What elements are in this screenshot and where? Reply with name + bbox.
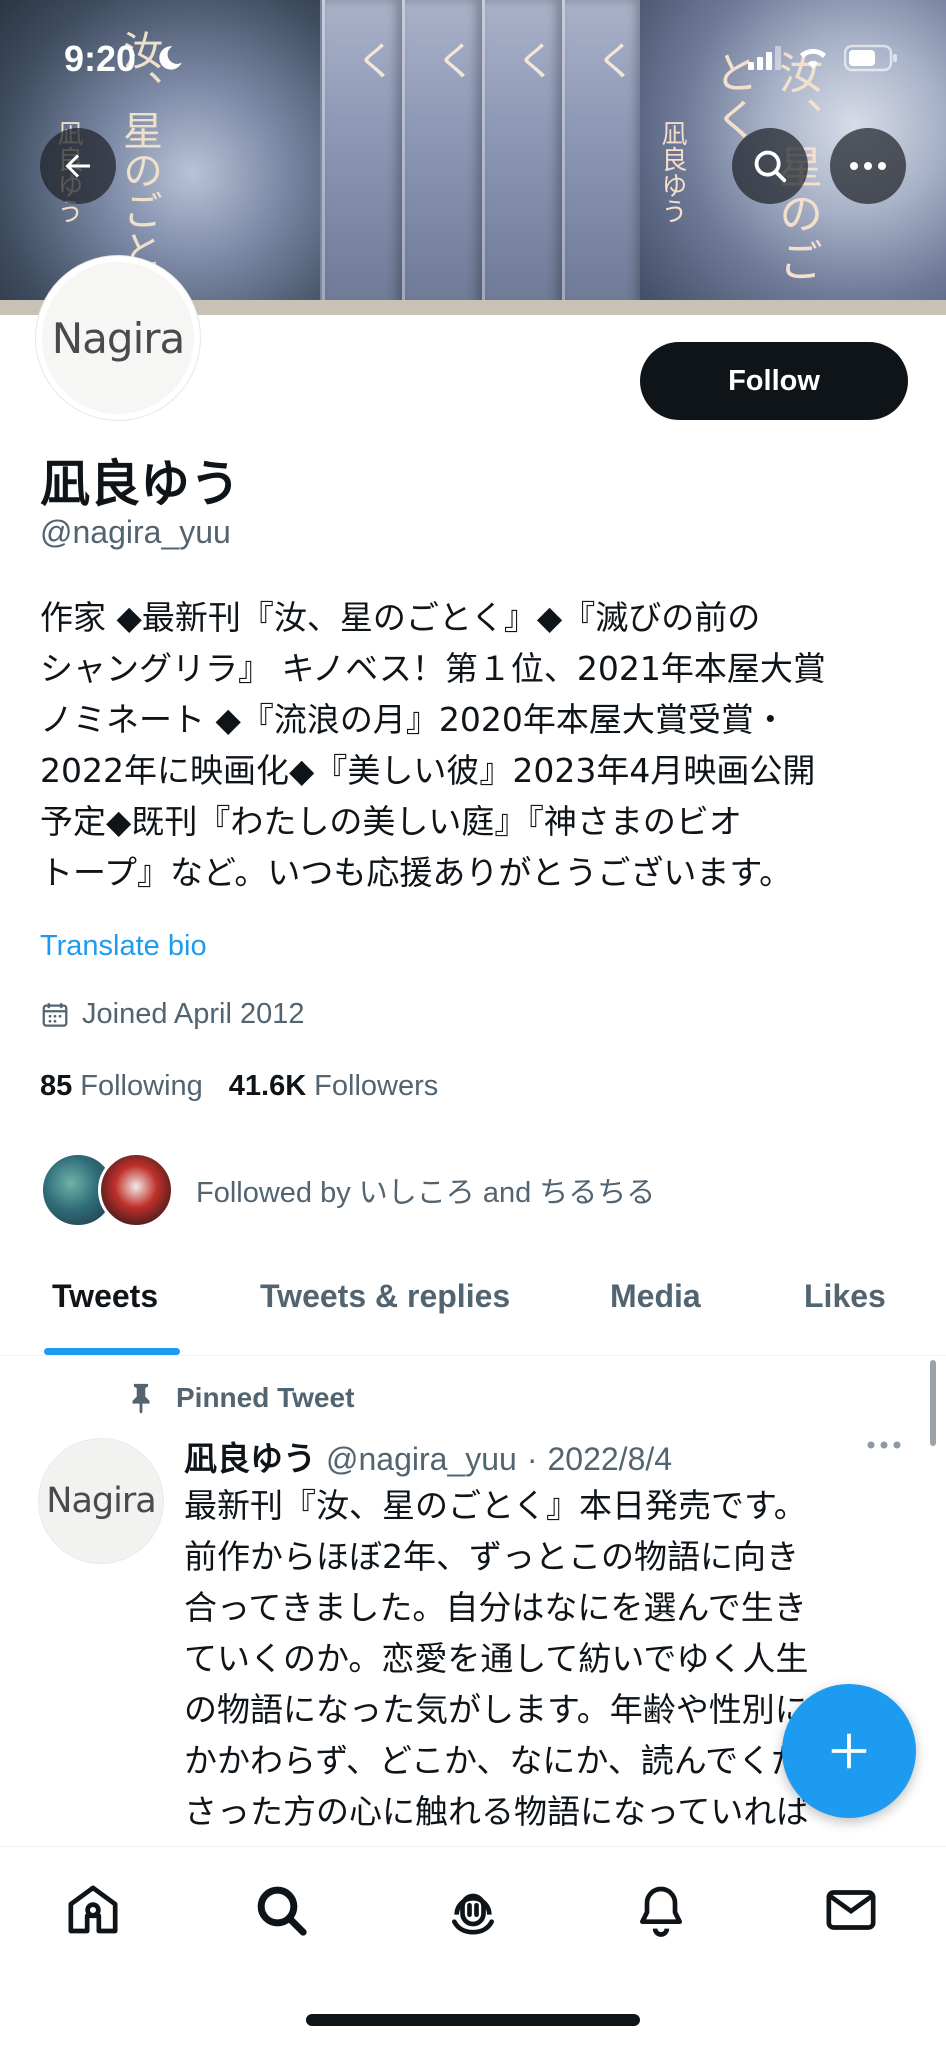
joined-date: Joined April 2012 <box>40 998 305 1031</box>
pinned-label: Pinned Tweet <box>124 1380 354 1416</box>
explore-search-icon <box>257 1886 307 1936</box>
translate-bio-link[interactable]: Translate bio <box>40 930 207 963</box>
profile-avatar[interactable]: Nagira <box>36 256 200 420</box>
following-count: 85 <box>40 1070 73 1102</box>
tab-tweets-replies[interactable]: Tweets & replies <box>260 1278 510 1315</box>
pin-icon <box>132 1383 150 1414</box>
nav-messages[interactable] <box>816 1875 886 1945</box>
tweet-header: 凪良ゆう @nagira_yuu · 2022/8/4 <box>184 1432 672 1480</box>
follower-avatar <box>98 1152 174 1228</box>
home-indicator <box>306 2014 640 2026</box>
messages-envelope-icon <box>826 1890 876 1930</box>
tweet-author[interactable]: 凪良ゆう <box>184 1432 316 1480</box>
followers-link[interactable]: 41.6K Followers <box>229 1070 438 1103</box>
followers-label: Followers <box>314 1070 439 1102</box>
follow-counts: 85 Following 41.6K Followers <box>40 1070 438 1103</box>
back-arrow-icon <box>65 154 90 178</box>
active-tab-indicator <box>44 1348 180 1355</box>
profile-bio: 作家 ◆最新刊『汝、星のごとく』◆『滅びの前の シャングリラ』 キノベス！第１位… <box>40 598 826 892</box>
nav-explore[interactable] <box>246 1875 316 1945</box>
nav-home[interactable] <box>58 1875 128 1945</box>
tab-media[interactable]: Media <box>610 1278 701 1315</box>
tab-likes[interactable]: Likes <box>804 1278 886 1315</box>
joined-text: Joined April 2012 <box>82 998 305 1030</box>
cellular-signal-icon <box>748 46 781 70</box>
profile-tabs: Tweets Tweets & replies Media Likes <box>0 1250 946 1356</box>
tweet-separator: · <box>526 1441 538 1477</box>
battery-icon <box>844 44 897 72</box>
following-link[interactable]: 85 Following <box>40 1070 203 1103</box>
back-button[interactable] <box>40 128 116 204</box>
status-icons <box>748 44 898 72</box>
notifications-bell-icon <box>640 1886 682 1937</box>
tweet-handle[interactable]: @nagira_yuu <box>326 1441 517 1478</box>
following-label: Following <box>80 1070 203 1102</box>
compose-tweet-button[interactable] <box>782 1684 916 1818</box>
moon-icon <box>159 46 182 70</box>
nav-notifications[interactable] <box>626 1875 696 1945</box>
wifi-icon <box>800 48 826 69</box>
status-bar: 9:20 <box>0 0 946 120</box>
followers-count: 41.6K <box>228 1070 307 1102</box>
compose-plus-icon <box>831 1733 867 1769</box>
tweet-more-icon[interactable] <box>866 1440 902 1450</box>
calendar-icon <box>42 1002 68 1027</box>
followed-by[interactable]: Followed by いしころ and ちるちる <box>40 1152 655 1228</box>
spaces-icon <box>452 1893 494 1935</box>
tweet-avatar[interactable]: Nagira <box>38 1438 164 1564</box>
home-icon <box>68 1885 118 1934</box>
avatar-text: Nagira <box>51 313 185 363</box>
tweet-date[interactable]: 2022/8/4 <box>547 1441 672 1478</box>
tab-tweets[interactable]: Tweets <box>52 1278 158 1315</box>
more-options-button[interactable] <box>830 128 906 204</box>
followed-by-text: Followed by いしころ and ちるちる <box>196 1177 656 1209</box>
search-icon <box>754 150 787 183</box>
display-name: 凪良ゆう <box>40 455 240 513</box>
search-button[interactable] <box>732 128 808 204</box>
banner-cover-author: 凪良ゆう <box>657 120 687 224</box>
follow-button[interactable]: Follow <box>640 342 908 420</box>
handle: @nagira_yuu <box>40 514 231 550</box>
scrollbar[interactable] <box>930 1360 936 1446</box>
more-icon <box>850 162 886 170</box>
tweet-avatar-text: Nagira <box>46 1481 156 1521</box>
nav-spaces[interactable] <box>438 1875 508 1945</box>
tweet-text: 最新刊『汝、星のごとく』本日発売です。 前作からほぼ2年、ずっとこの物語に向き … <box>184 1486 810 1831</box>
pinned-text: Pinned Tweet <box>176 1382 355 1413</box>
status-time: 9:20 <box>64 38 137 79</box>
